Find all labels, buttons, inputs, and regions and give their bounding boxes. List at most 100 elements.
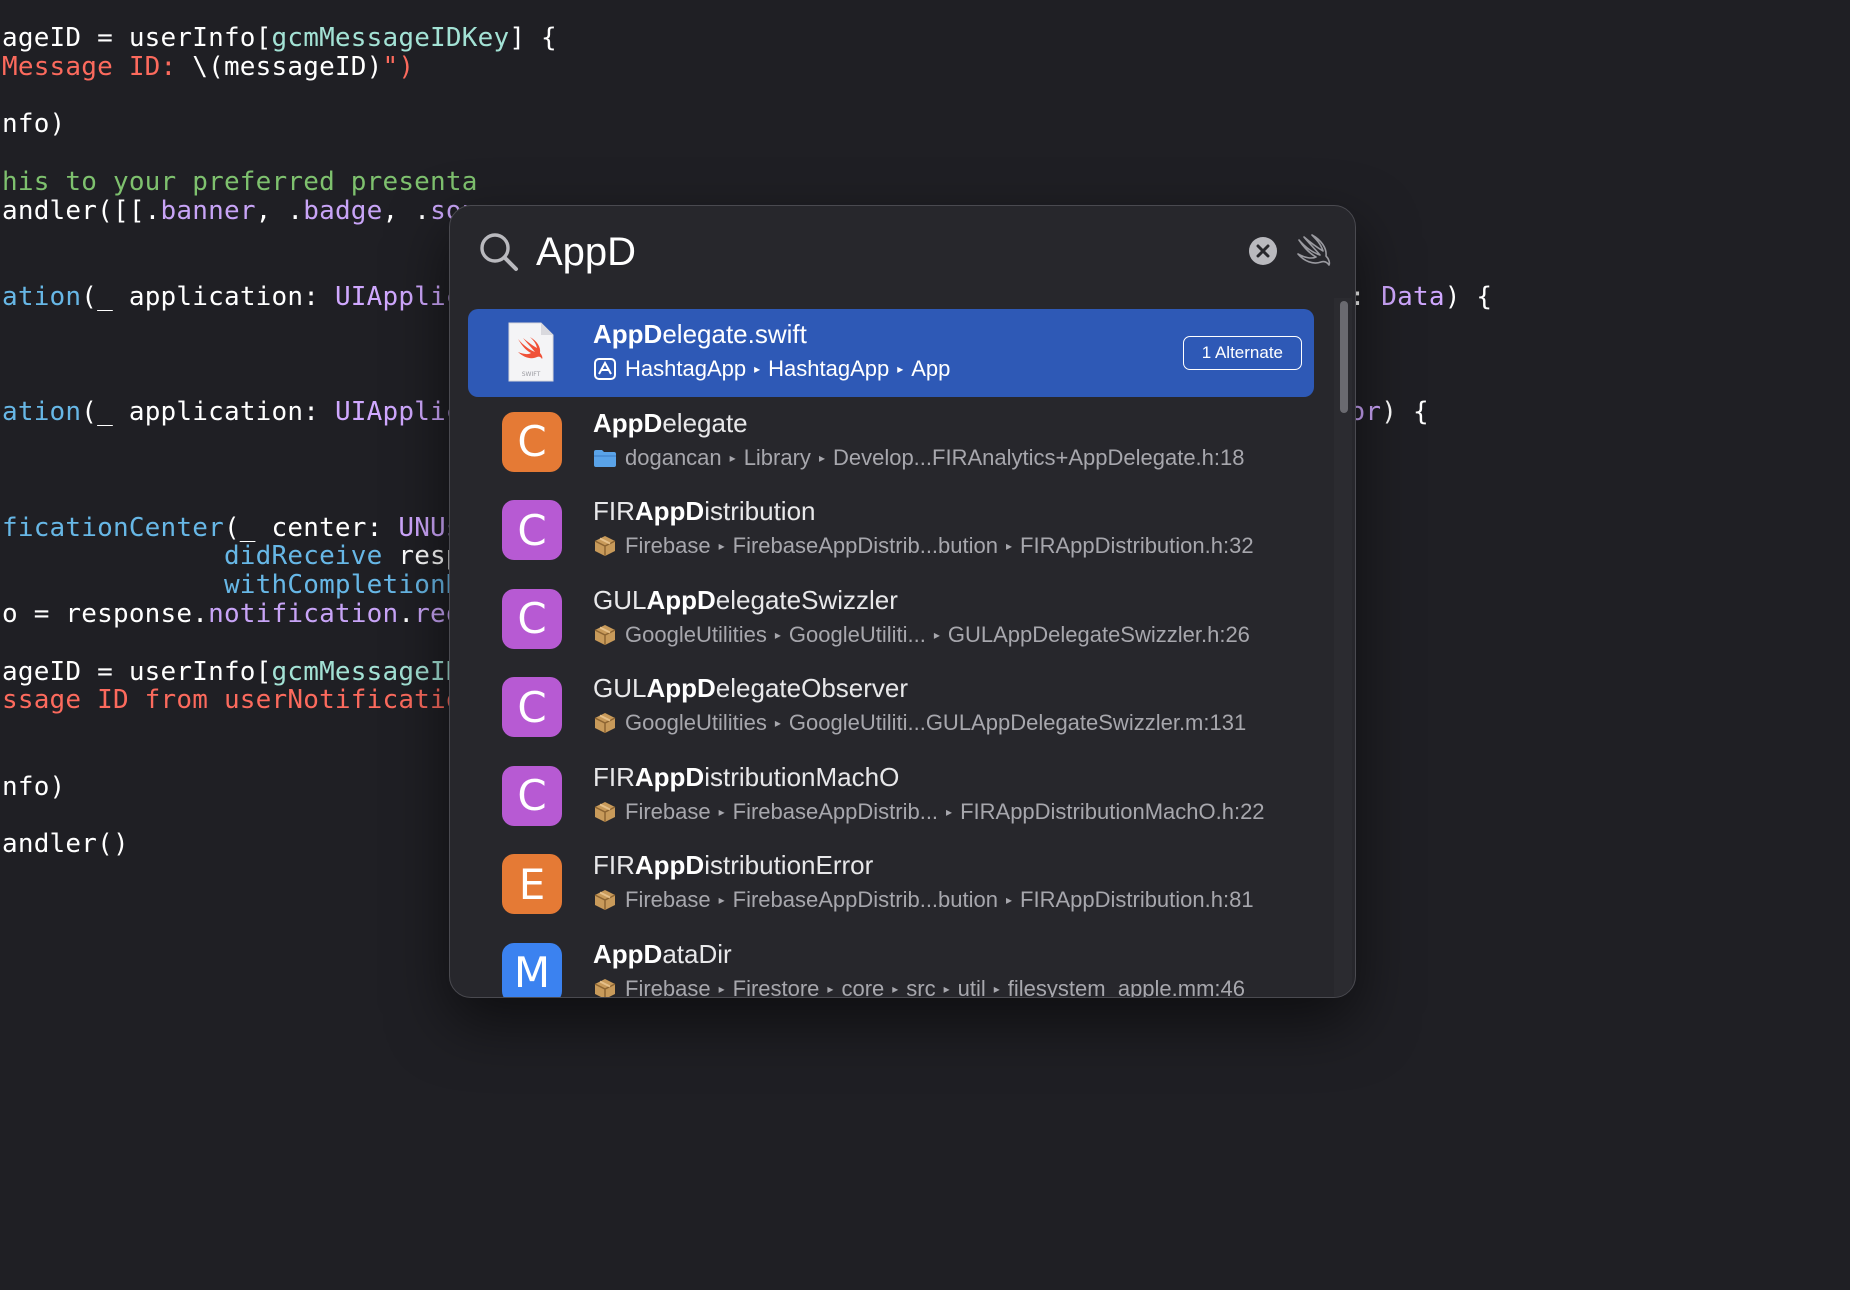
path-separator-icon: ▸ — [827, 981, 834, 996]
result-row[interactable]: C GULAppDelegateObserver GoogleUtilities ▸ G… — [468, 663, 1314, 751]
title-prefix: FIR — [593, 850, 635, 880]
path-separator-icon: ▸ — [943, 981, 950, 996]
code-token: gcmMessageIDKey — [271, 23, 510, 53]
path-separator-icon: ▸ — [718, 539, 725, 553]
path-segment: FirebaseAppDistrib...bution — [732, 887, 998, 912]
folder-icon — [594, 449, 616, 467]
title-match: AppD — [646, 584, 716, 615]
swift-bird-icon[interactable] — [1296, 234, 1332, 266]
path-separator-icon: ▸ — [718, 981, 725, 996]
clear-circle-icon[interactable] — [1248, 236, 1278, 266]
code-token: ageID = userInfo[ — [2, 23, 272, 53]
result-path: Firebase ▸ FirebaseAppDistrib...bution ▸ FIR… — [593, 533, 1254, 559]
package-icon — [594, 801, 616, 822]
code-line: nfo) — [2, 107, 65, 141]
path-segment: GoogleUtiliti...GULAppDelegateSwizzler.m… — [788, 710, 1247, 735]
title-rest: elegate.swift — [662, 319, 807, 349]
app-target-icon — [594, 358, 616, 380]
path-separator-icon: ▸ — [933, 627, 940, 642]
result-row[interactable]: SWIFT AppDelegate.swift HashtagApp ▸ Hashtag… — [468, 309, 1314, 397]
code-token: , . — [255, 195, 304, 226]
code-token: nfo) — [2, 771, 66, 802]
path-segment: util — [957, 975, 986, 998]
title-rest: elegateObserver — [715, 673, 909, 703]
code-token: ) { — [1381, 397, 1429, 428]
path-separator-icon: ▸ — [774, 627, 781, 642]
code-token: o = response. — [2, 599, 209, 629]
result-row[interactable]: M AppDataDir Firebase ▸ Firestore ▸ core ▸ src ▸ u… — [468, 929, 1314, 998]
path-separator-icon: ▸ — [774, 716, 781, 730]
result-path: Firebase ▸ FirebaseAppDistrib...bution ▸ FIR… — [593, 887, 1254, 913]
path-segment: GoogleUtilities — [625, 710, 767, 735]
class-icon: C — [502, 500, 562, 560]
code-token: \(messageID) — [192, 51, 383, 82]
result-title: AppDelegate — [593, 408, 748, 439]
code-token: (_ application: — [81, 282, 335, 313]
code-line: ssage ID from userNotification — [2, 683, 478, 717]
result-path: Firebase ▸ Firestore ▸ core ▸ src ▸ util ▸ filesys… — [593, 975, 1246, 998]
scrollbar-thumb[interactable] — [1340, 301, 1348, 413]
result-row[interactable]: C GULAppDelegateSwizzler GoogleUtilities ▸ G… — [468, 575, 1314, 663]
code-token: (_ center: — [223, 512, 399, 543]
class-icon: C — [502, 588, 562, 649]
result-title: AppDataDir — [593, 939, 732, 970]
search-input[interactable] — [536, 224, 1296, 280]
code-token: ation — [2, 397, 82, 428]
code-token: didReceive — [223, 541, 383, 572]
result-row[interactable]: C FIRAppDistribution Firebase ▸ FirebaseAppD… — [468, 486, 1314, 574]
results-list[interactable]: SWIFT AppDelegate.swift HashtagApp ▸ Hashtag… — [450, 298, 1330, 997]
code-token: withCompletionH — [223, 570, 462, 601]
path-segment: filesystem_apple.mm:46 — [1007, 975, 1246, 998]
title-match: AppD — [634, 850, 705, 880]
code-token: badge — [303, 195, 383, 226]
path-segment: GoogleUtilities — [625, 621, 767, 647]
code-line: andler([[.banner, .badge, .sou — [2, 194, 478, 228]
enum-icon: E — [502, 854, 562, 914]
path-segment: Firestore — [732, 975, 820, 998]
path-segment: Library — [743, 444, 811, 470]
path-separator-icon: ▸ — [1005, 539, 1013, 553]
code-token: ") — [382, 51, 415, 82]
method-icon: M — [502, 942, 562, 997]
code-token: andler([[. — [2, 195, 161, 226]
result-title: FIRAppDistributionMachO — [593, 762, 899, 793]
result-path: GoogleUtilities ▸ GoogleUtiliti... ▸ GULAppD… — [593, 622, 1250, 648]
code-token: Data — [1381, 282, 1445, 313]
path-segment: FIRAppDistributionMachO.h:22 — [960, 798, 1265, 824]
code-token: , . — [382, 195, 431, 226]
package-icon — [594, 624, 616, 645]
class-icon: C — [502, 677, 562, 737]
result-row[interactable]: E FIRAppDistributionError Firebase ▸ Firebas… — [468, 840, 1314, 928]
code-token: ageID = userInfo[ — [2, 656, 272, 687]
path-segment: FIRAppDistribution.h:32 — [1020, 533, 1254, 558]
title-prefix: GUL — [593, 584, 647, 615]
code-token: andler() — [2, 829, 129, 860]
path-separator-icon: ▸ — [754, 362, 761, 376]
path-separator-icon: ▸ — [818, 450, 825, 465]
alternate-badge[interactable]: 1 Alternate — [1182, 336, 1302, 370]
path-separator-icon: ▸ — [993, 981, 1000, 996]
path-segment: Develop...FIRAnalytics+AppDelegate.h:18 — [832, 444, 1245, 470]
result-path: dogancan ▸ Library ▸ Develop...FIRAnalytics+… — [593, 445, 1244, 471]
path-segment: Firebase — [625, 798, 711, 824]
result-row[interactable]: C FIRAppDistributionMachO Firebase ▸ Firebas… — [468, 752, 1314, 840]
path-separator-icon: ▸ — [1005, 893, 1013, 907]
title-match: AppD — [593, 319, 663, 349]
title-match: AppD — [593, 407, 663, 438]
result-title: GULAppDelegateSwizzler — [593, 585, 898, 616]
package-icon — [594, 713, 616, 733]
result-row[interactable]: C AppDelegate dogancan ▸ Library ▸ Develop...F… — [468, 398, 1314, 486]
class-icon: C — [502, 411, 562, 472]
svg-text:SWIFT: SWIFT — [522, 371, 541, 378]
path-segment: dogancan — [625, 444, 722, 470]
title-rest: istributionMachO — [704, 761, 900, 792]
title-prefix: FIR — [593, 496, 635, 526]
path-segment: core — [841, 975, 885, 998]
swift-file-icon: SWIFT — [508, 322, 554, 382]
result-title: FIRAppDistribution — [593, 496, 816, 527]
code-line: Message ID: \(messageID)") — [2, 50, 414, 84]
path-segment: FirebaseAppDistrib... — [732, 798, 939, 824]
path-separator-icon: ▸ — [897, 362, 904, 376]
code-token: . — [398, 599, 415, 629]
